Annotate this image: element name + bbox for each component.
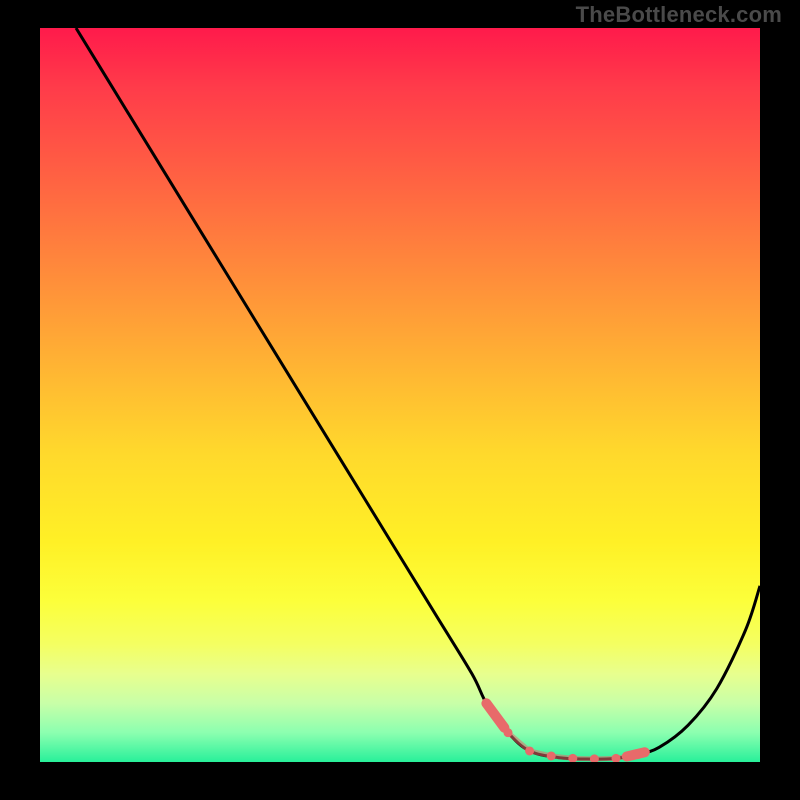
marker-connector bbox=[551, 756, 573, 758]
bottleneck-curve bbox=[76, 28, 760, 759]
highlight-markers bbox=[482, 699, 645, 762]
marker-connector bbox=[573, 758, 595, 759]
bottleneck-chart bbox=[40, 28, 760, 762]
watermark-text: TheBottleneck.com bbox=[576, 2, 782, 28]
marker-connector bbox=[486, 703, 508, 732]
plot-area bbox=[40, 28, 760, 762]
marker-connector bbox=[530, 751, 552, 756]
marker-connector bbox=[594, 758, 616, 759]
chart-container: TheBottleneck.com bbox=[0, 0, 800, 800]
marker-connector bbox=[508, 733, 530, 751]
